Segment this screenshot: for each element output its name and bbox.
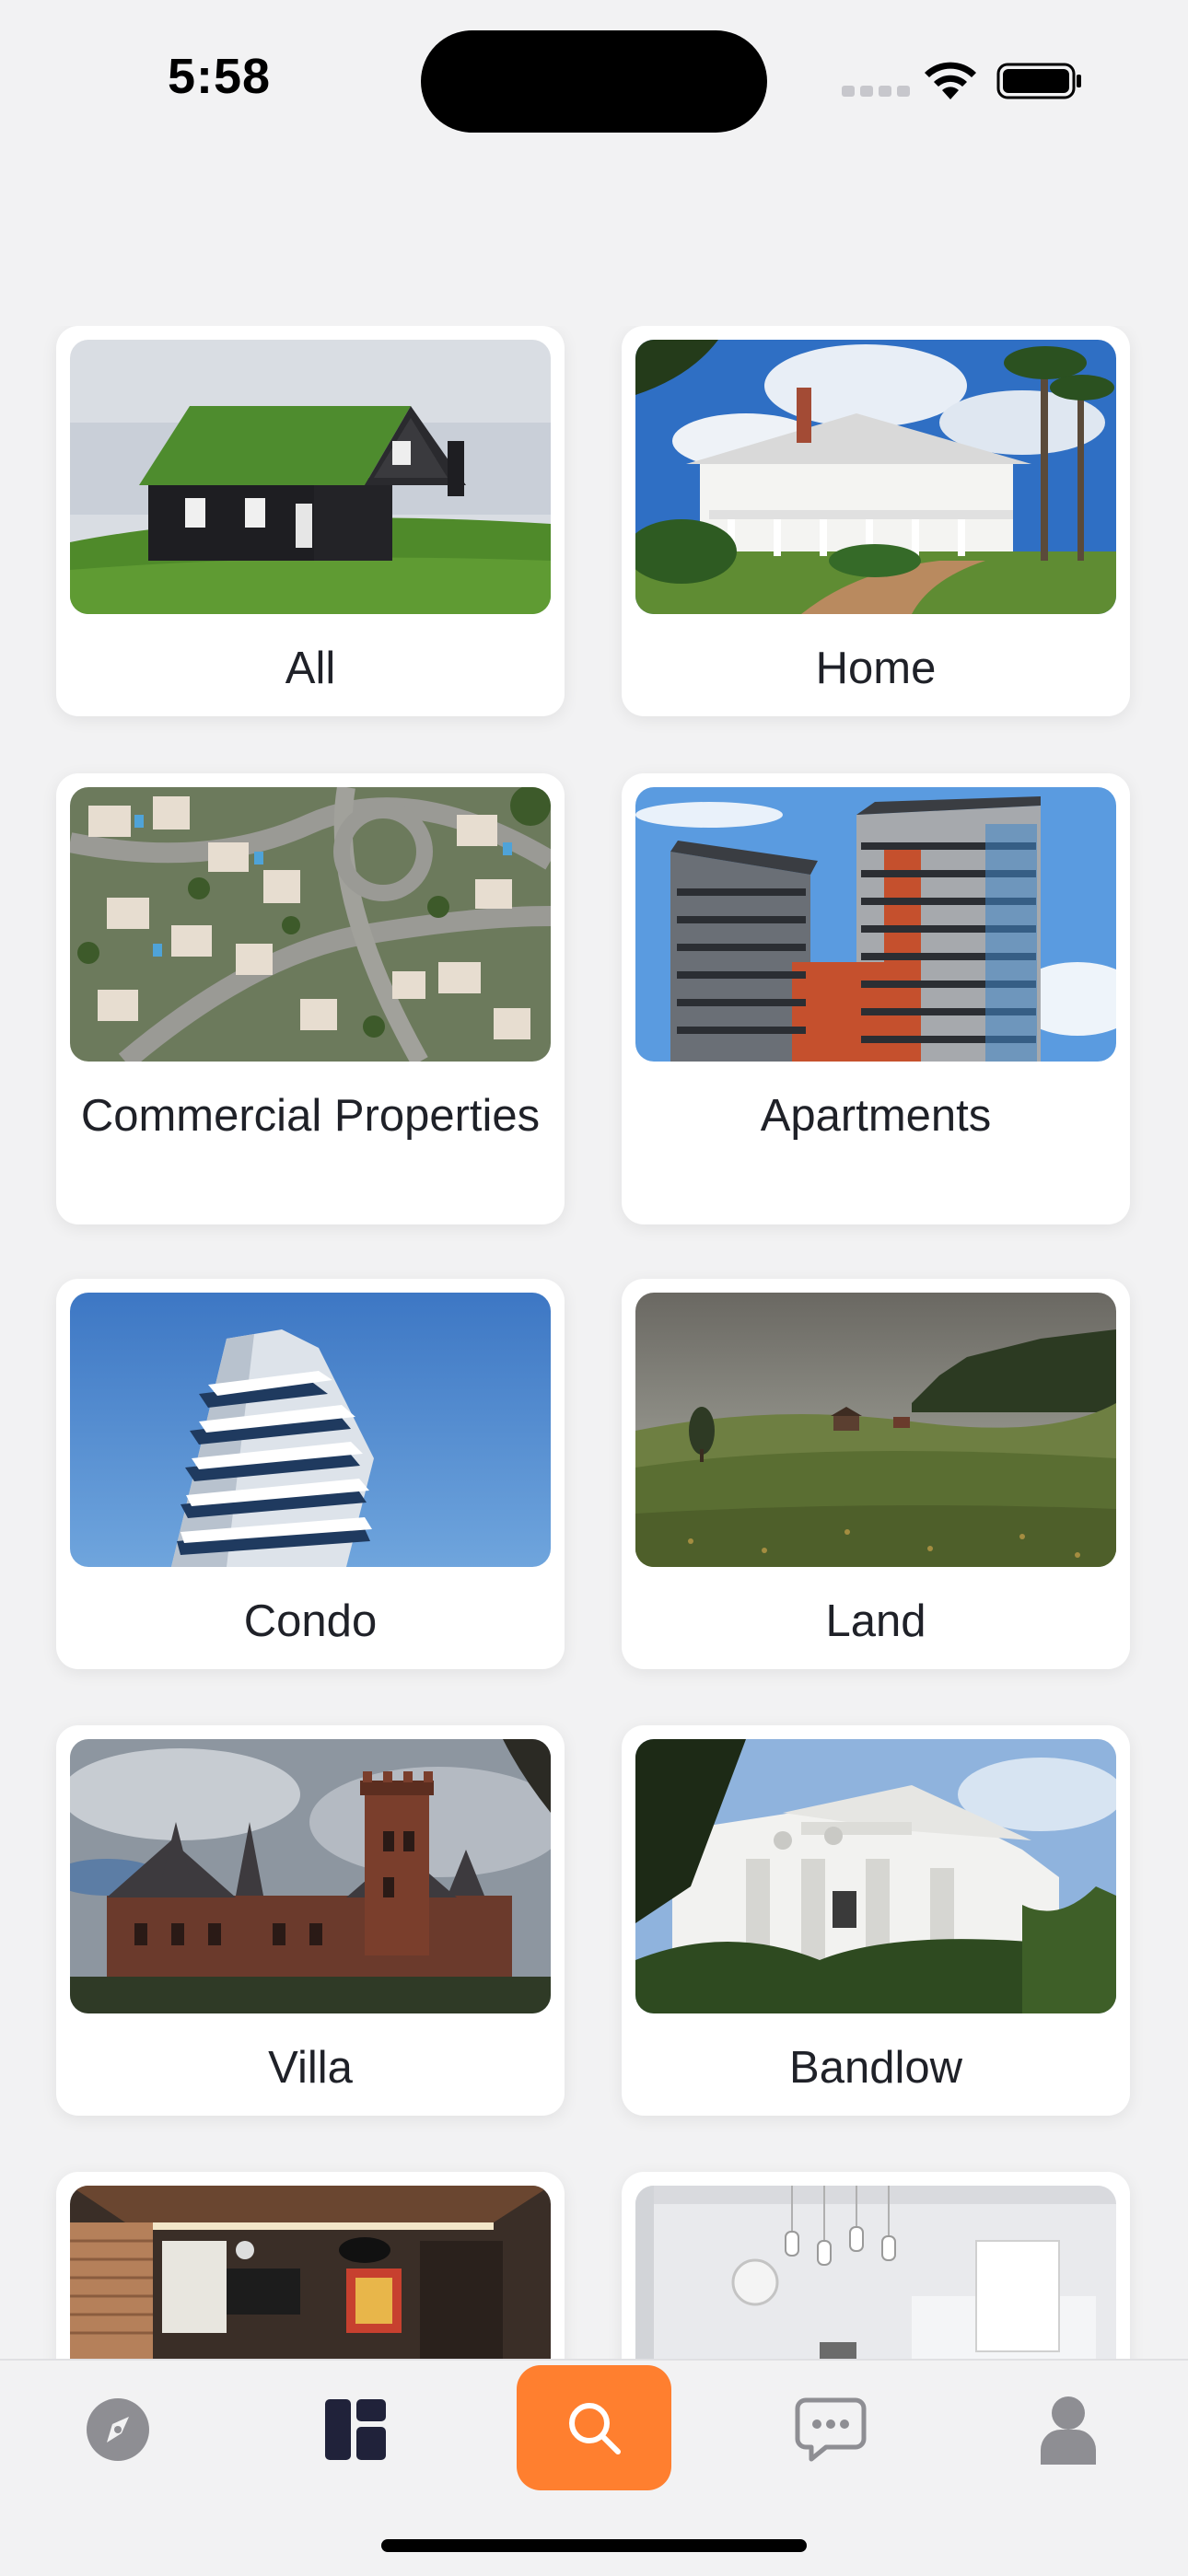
category-label: Apartments [760, 1091, 992, 1141]
dashboard-icon [325, 2399, 386, 2460]
category-image-condo [70, 1293, 551, 1567]
cellular-signal-icon [842, 86, 910, 97]
dynamic-island [421, 30, 767, 133]
category-grid: All Home Commercial Properties Apartment… [0, 326, 1188, 2359]
status-bar: 5:58 [0, 0, 1188, 157]
category-card-kitchen[interactable] [622, 2172, 1130, 2359]
category-label: Commercial Properties [80, 1091, 541, 1141]
tab-messages[interactable] [775, 2361, 886, 2499]
category-card-apartments[interactable]: Apartments [622, 773, 1130, 1224]
tab-search[interactable] [517, 2365, 671, 2490]
chat-icon [795, 2397, 867, 2462]
category-image-land [635, 1293, 1116, 1567]
compass-icon [87, 2398, 149, 2461]
category-image-kitchen [635, 2186, 1116, 2359]
category-card-land[interactable]: Land [622, 1279, 1130, 1669]
category-card-home[interactable]: Home [622, 326, 1130, 716]
status-time: 5:58 [168, 49, 272, 104]
category-card-bandlow[interactable]: Bandlow [622, 1725, 1130, 2116]
category-card-all[interactable]: All [56, 326, 565, 716]
category-card-commercial-properties[interactable]: Commercial Properties [56, 773, 565, 1224]
category-label: Condo [243, 1596, 378, 1646]
wifi-icon [925, 62, 976, 99]
category-image-living-room [70, 2186, 551, 2359]
category-image-apartments [635, 787, 1116, 1062]
category-image-bandlow [635, 1739, 1116, 2013]
category-label: All [285, 644, 336, 693]
category-label: Land [825, 1596, 926, 1646]
profile-icon [1041, 2396, 1096, 2465]
category-label: Home [815, 644, 937, 693]
category-image-home [635, 340, 1116, 614]
home-indicator [381, 2539, 807, 2552]
category-card-villa[interactable]: Villa [56, 1725, 565, 2116]
category-label: Villa [268, 2043, 353, 2093]
tab-dashboard[interactable] [300, 2361, 411, 2499]
tab-explore[interactable] [63, 2361, 173, 2499]
search-icon [569, 2403, 621, 2454]
category-card-living-room[interactable] [56, 2172, 565, 2359]
category-image-commercial-properties [70, 787, 551, 1062]
category-card-condo[interactable]: Condo [56, 1279, 565, 1669]
battery-icon [996, 63, 1081, 99]
category-label: Bandlow [789, 2043, 962, 2093]
category-image-all [70, 340, 551, 614]
tab-profile[interactable] [1013, 2361, 1124, 2499]
category-image-villa [70, 1739, 551, 2013]
